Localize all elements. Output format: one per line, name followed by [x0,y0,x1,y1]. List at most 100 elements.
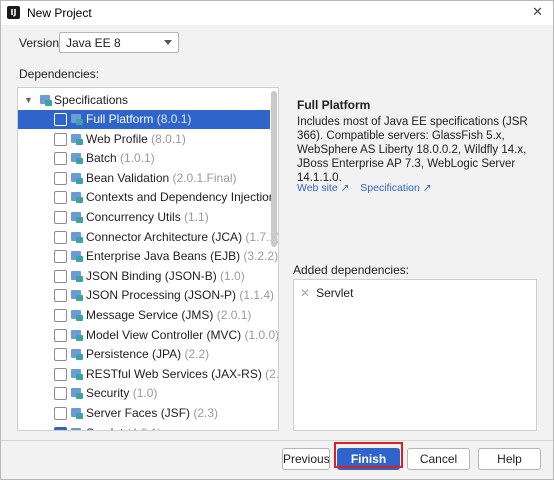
help-button[interactable]: Help [478,448,541,470]
dependency-item[interactable]: Batch (1.0.1) [18,149,270,168]
library-icon [71,368,83,380]
dependency-label: RESTful Web Services (JAX-RS) (2.1.1) [86,365,278,384]
library-icon [71,133,83,145]
library-icon [71,114,83,125]
dependency-label: Connector Architecture (JCA) (1.7.1) [86,228,278,247]
dependency-name: Bean Validation [86,170,170,185]
dependency-name: Server Faces (JSF) [86,406,191,420]
window-title: New Project [27,6,92,20]
dependency-version: (8.0.1) [156,112,192,126]
checkbox[interactable] [54,171,67,185]
checkbox[interactable] [54,132,67,146]
dependency-name: Model View Controller (MVC) [86,327,242,342]
close-icon[interactable]: ✕ [532,4,543,20]
library-icon [71,329,83,341]
checkbox[interactable] [54,113,67,126]
finish-highlight-box [334,442,403,468]
dependency-item[interactable]: Contexts and Dependency Injection (CDI) [18,188,278,207]
version-select[interactable]: Java EE 8 [59,32,179,53]
dependencies-label: Dependencies: [19,67,100,81]
dependency-version: (2.3) [193,406,219,420]
dependency-version: (1.0.1) [120,151,155,166]
detail-title: Full Platform [297,98,371,112]
dependency-item[interactable]: Connector Architecture (JCA) (1.7.1) [18,228,278,247]
checkbox[interactable] [54,211,67,224]
added-dependencies-label: Added dependencies: [293,263,410,277]
dependency-item[interactable]: Bean Validation (2.0.1.Final) [18,169,270,188]
chevron-down-icon[interactable]: ▼ [24,91,33,110]
dependency-name: Servlet [86,426,123,430]
added-item-label: Servlet [316,286,354,300]
dependency-item[interactable]: Servlet (4.0.1) [18,424,270,430]
remove-icon[interactable]: ✕ [300,286,310,300]
dependency-name: Web Profile [86,131,148,146]
checkbox[interactable] [54,191,67,205]
dependency-item[interactable]: Web Profile (8.0.1) [18,130,270,149]
checkbox[interactable] [54,348,67,362]
version-label: Version: [19,36,63,50]
detail-links: Web site ↗ Specification ↗ [297,182,440,194]
dependency-item[interactable]: JSON Binding (JSON-B) (1.0) [18,267,270,286]
dependency-item[interactable]: Server Faces (JSF) (2.3) [18,404,270,423]
checkbox[interactable] [54,387,67,401]
dependency-version: (2.2) [184,347,210,362]
dependency-item[interactable]: RESTful Web Services (JAX-RS) (2.1.1) [18,365,278,384]
dependency-item[interactable]: Persistence (JPA) (2.2) [18,345,270,364]
dependency-item[interactable]: Enterprise Java Beans (EJB) (3.2.2) [18,247,278,266]
previous-button[interactable]: Previous [282,448,330,470]
checkbox[interactable] [54,309,67,322]
checkbox[interactable] [54,230,67,244]
library-icon [71,427,83,430]
dependency-label: JSON Processing (JSON-P) (1.1.4) [86,286,274,305]
dependency-item[interactable]: Full Platform (8.0.1) [18,110,270,129]
library-icon [71,388,83,400]
dependency-label: Contexts and Dependency Injection (CDI) [86,188,278,207]
dependency-version: (8.0.1) [151,131,186,146]
website-link[interactable]: Web site ↗ [297,182,349,194]
dependency-item[interactable]: Message Service (JMS) (2.0.1) [18,306,270,325]
dependency-label: Model View Controller (MVC) (1.0.0) [86,326,278,345]
group-label: Specifications [54,93,129,107]
library-icon [71,251,83,263]
cancel-button[interactable]: Cancel [407,448,470,470]
dependency-item[interactable]: Security (1.0) [18,384,270,403]
checkbox[interactable] [54,269,67,283]
dependency-label: Server Faces (JSF) (2.3) [86,404,218,423]
dependency-label: Full Platform (8.0.1) [86,110,191,129]
checkbox[interactable] [54,407,67,420]
checkbox[interactable] [54,152,67,166]
dependency-version: (2.0.1.Final) [172,170,237,185]
dependency-name: Full Platform [86,112,154,126]
dependency-label: Concurrency Utils (1.1) [86,208,209,227]
dependency-name: JSON Binding (JSON-B) [86,268,217,283]
library-icon [71,172,83,184]
scrollbar-thumb[interactable] [271,91,277,247]
dependency-label: Web Profile (8.0.1) [86,130,186,149]
dependency-name: JSON Processing (JSON-P) [86,288,237,303]
library-icon [71,408,83,419]
dependency-item[interactable]: JSON Processing (JSON-P) (1.1.4) [18,286,274,305]
dependency-item[interactable]: Concurrency Utils (1.1) [18,208,270,227]
checkbox[interactable] [54,426,67,430]
checkbox[interactable] [54,250,67,264]
library-icon [71,212,83,223]
dependency-item[interactable]: Model View Controller (MVC) (1.0.0) [18,326,278,345]
title-bar: IJ New Project ✕ [1,1,553,25]
dependency-version: (4.0.1) [127,426,162,430]
version-value: Java EE 8 [66,36,121,50]
checkbox[interactable] [54,289,67,303]
dependencies-tree[interactable]: ▼ Specifications Full Platform (8.0.1) We… [17,87,279,431]
dependency-label: Servlet (4.0.1) [86,424,162,430]
specification-link[interactable]: Specification ↗ [360,182,431,194]
detail-description: Includes most of Java EE specifications … [297,116,528,184]
dependency-name: Connector Architecture (JCA) [86,229,243,244]
library-icon [71,153,83,165]
dependency-label: Enterprise Java Beans (EJB) (3.2.2) [86,247,278,266]
checkbox[interactable] [54,328,67,342]
checkbox[interactable] [54,367,67,381]
dependency-label: Persistence (JPA) (2.2) [86,345,209,364]
dependency-label: Message Service (JMS) (2.0.1) [86,306,251,325]
tree-group-specifications[interactable]: ▼ Specifications [18,91,270,110]
dependency-version: (1.0) [220,268,245,283]
dependency-name: RESTful Web Services (JAX-RS) [86,366,262,381]
